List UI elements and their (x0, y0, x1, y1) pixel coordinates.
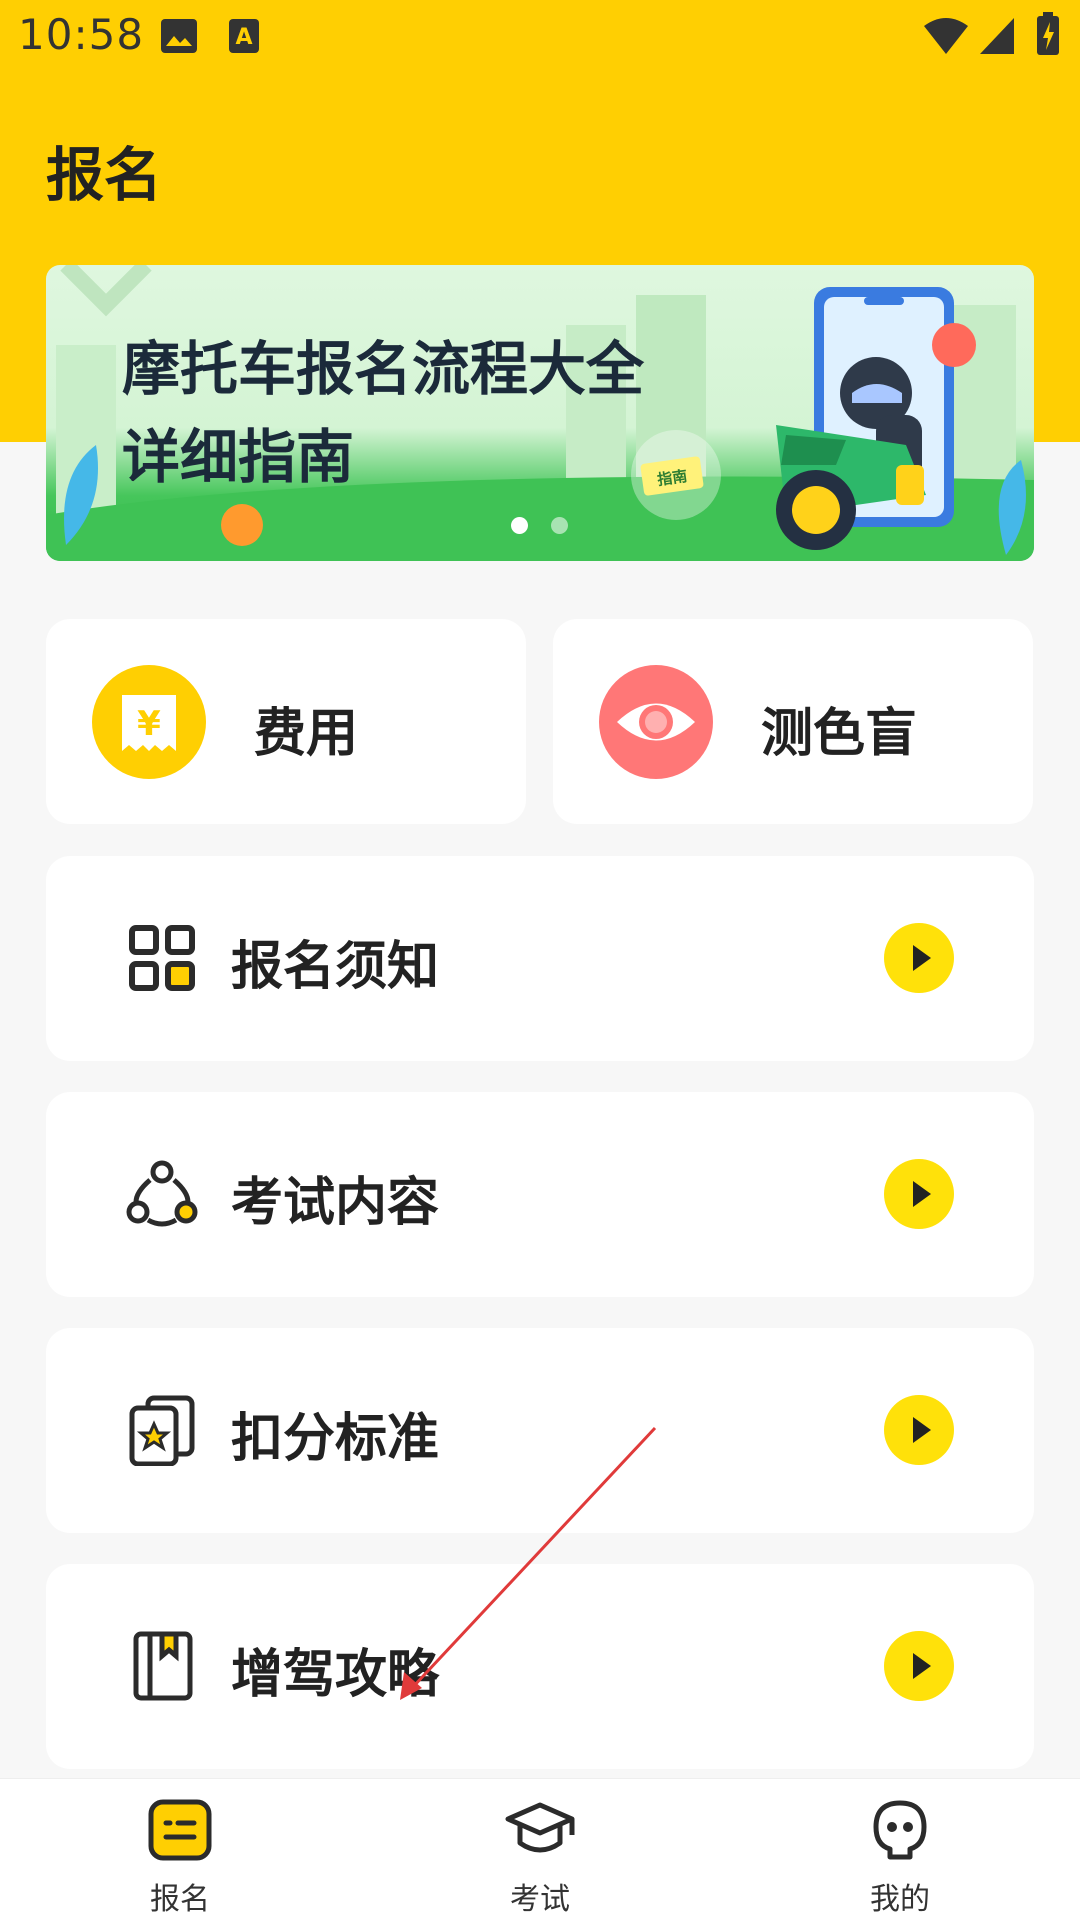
list-item-upgrade-license-guide[interactable]: 增驾攻略 (46, 1564, 1034, 1769)
eye-icon (599, 665, 713, 779)
list-item-label: 报名须知 (231, 937, 440, 997)
carousel-dot[interactable] (551, 517, 568, 534)
banner-title: 摩托车报名流程大全 详细指南 (122, 325, 644, 501)
banner-carousel[interactable]: 指南 摩托车报名流程大全 详细指南 (46, 265, 1034, 561)
nodes-icon (126, 1158, 198, 1230)
image-icon (160, 18, 198, 58)
page-title: 报名 (46, 141, 163, 209)
list-doc-icon (148, 1799, 212, 1865)
nav-label: 我的 (870, 1882, 930, 1917)
grid-icon (126, 922, 198, 994)
arrow-right-icon[interactable] (884, 1395, 954, 1465)
status-bar: 10:58 A (0, 0, 1080, 76)
list-item-label: 考试内容 (231, 1173, 440, 1233)
list-item-label: 增驾攻略 (231, 1645, 440, 1705)
list-item-penalty-standards[interactable]: 扣分标准 (46, 1328, 1034, 1533)
battery-icon (1036, 12, 1060, 60)
status-time: 10:58 (18, 10, 145, 59)
banner-title-line1: 摩托车报名流程大全 (122, 335, 645, 403)
arrow-right-icon[interactable] (884, 1631, 954, 1701)
person-head-icon (872, 1799, 928, 1865)
nav-item-registration[interactable]: 报名 (90, 1779, 270, 1920)
nav-label: 考试 (510, 1882, 570, 1917)
signal-icon (978, 16, 1016, 60)
graduation-cap-icon (505, 1799, 575, 1865)
list-item-label: 扣分标准 (231, 1409, 440, 1469)
nav-item-mine[interactable]: 我的 (810, 1779, 990, 1920)
color-blind-test-label: 测色盲 (761, 704, 918, 764)
arrow-right-icon[interactable] (884, 923, 954, 993)
fee-card[interactable]: ¥ 费用 (46, 619, 526, 824)
arrow-right-icon[interactable] (884, 1159, 954, 1229)
bottom-nav: 报名 考试 我的 (0, 1778, 1080, 1920)
color-blind-test-card[interactable]: 测色盲 (553, 619, 1033, 824)
carousel-dot-active[interactable] (511, 517, 528, 534)
svg-text:A: A (235, 25, 252, 50)
list-item-exam-content[interactable]: 考试内容 (46, 1092, 1034, 1297)
font-icon: A (228, 18, 260, 58)
list-item-registration-notice[interactable]: 报名须知 (46, 856, 1034, 1061)
star-cards-icon (126, 1394, 198, 1467)
svg-text:¥: ¥ (137, 704, 161, 744)
banner-title-line2: 详细指南 (122, 423, 355, 491)
book-icon (126, 1630, 198, 1702)
nav-item-exam[interactable]: 考试 (450, 1779, 630, 1920)
yuan-receipt-icon: ¥ (92, 665, 206, 779)
wifi-icon (922, 16, 970, 60)
nav-label: 报名 (150, 1882, 210, 1917)
fee-label: 费用 (254, 704, 359, 764)
